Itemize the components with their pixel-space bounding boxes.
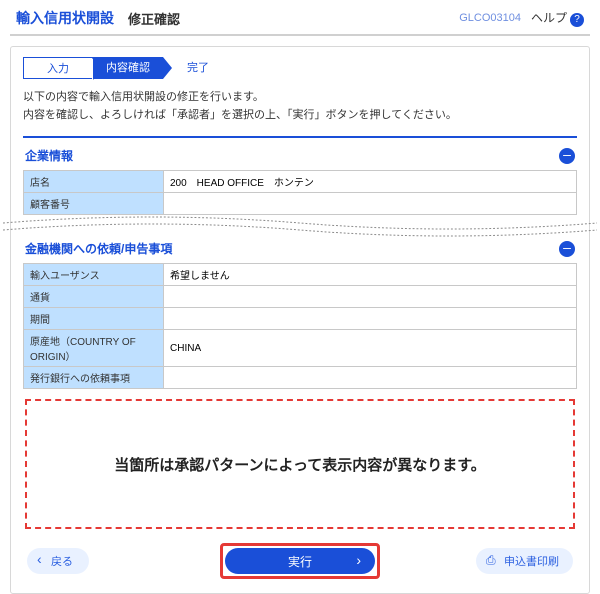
execute-button[interactable]: 実行 bbox=[225, 548, 375, 574]
table-row: 通貨 bbox=[24, 286, 577, 308]
collapse-icon[interactable]: – bbox=[559, 241, 575, 257]
approval-notice-box: 当箇所は承認パターンによって表示内容が異なります。 bbox=[25, 399, 575, 529]
table-row: 顧客番号 bbox=[24, 193, 577, 215]
table-row: 原産地（COUNTRY OF ORIGIN）CHINA bbox=[24, 330, 577, 367]
divider bbox=[10, 34, 590, 36]
section-company-header: 企業情報 – bbox=[23, 144, 577, 170]
step-indicator: 入力 内容確認 完了 bbox=[23, 57, 577, 79]
page-title: 輸入信用状開設 bbox=[16, 8, 114, 28]
table-row: 輸入ユーザンス希望しません bbox=[24, 264, 577, 286]
help-icon: ? bbox=[570, 13, 584, 27]
section-request-header: 金融機関への依頼/申告事項 – bbox=[23, 237, 577, 263]
content-omitted-wave bbox=[3, 215, 597, 237]
collapse-icon[interactable]: – bbox=[559, 148, 575, 164]
top-bar: 輸入信用状開設 修正確認 GLCO03104 ヘルプ? bbox=[0, 0, 600, 34]
approval-notice-text: 当箇所は承認パターンによって表示内容が異なります。 bbox=[114, 454, 486, 475]
table-row: 店名200 HEAD OFFICE ホンテン bbox=[24, 171, 577, 193]
table-row: 期間 bbox=[24, 308, 577, 330]
help-link[interactable]: ヘルプ? bbox=[531, 9, 584, 27]
table-row: 発行銀行への依頼事項 bbox=[24, 367, 577, 389]
main-card: 入力 内容確認 完了 以下の内容で輸入信用状開設の修正を行います。 内容を確認し… bbox=[10, 46, 590, 594]
page-subtitle: 修正確認 bbox=[128, 9, 180, 28]
back-button[interactable]: 戻る bbox=[27, 548, 89, 574]
section-company-title: 企業情報 bbox=[25, 147, 73, 164]
intro-text: 以下の内容で輸入信用状開設の修正を行います。 内容を確認し、よろしければ「承認者… bbox=[23, 89, 577, 124]
screen-code: GLCO03104 bbox=[459, 12, 521, 24]
step-confirm: 内容確認 bbox=[93, 57, 163, 79]
request-table: 輸入ユーザンス希望しません 通貨 期間 原産地（COUNTRY OF ORIGI… bbox=[23, 263, 577, 389]
step-done: 完了 bbox=[163, 57, 233, 79]
section-request-title: 金融機関への依頼/申告事項 bbox=[25, 240, 172, 257]
company-table: 店名200 HEAD OFFICE ホンテン 顧客番号 bbox=[23, 170, 577, 215]
print-button[interactable]: 申込書印刷 bbox=[476, 548, 573, 574]
step-input: 入力 bbox=[23, 57, 93, 79]
